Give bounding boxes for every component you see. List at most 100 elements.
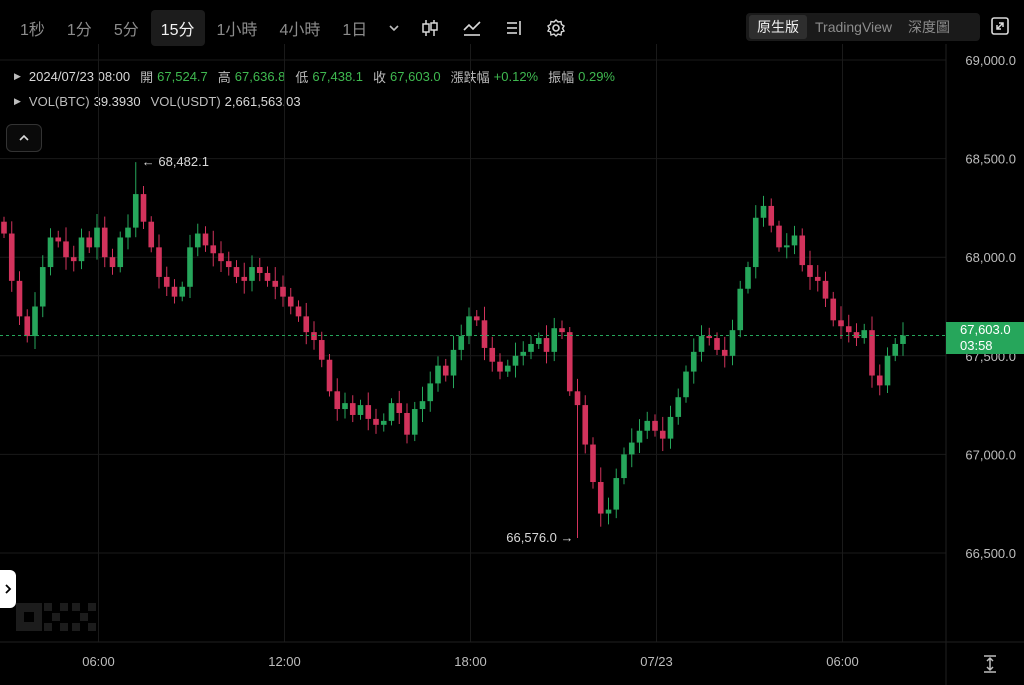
candle-body: [55, 237, 62, 242]
candle-body: [295, 306, 302, 317]
candle-body: [690, 351, 697, 372]
candle-body: [814, 276, 821, 281]
candle-body: [807, 265, 813, 277]
timeframe-15m[interactable]: 15分: [150, 10, 205, 46]
candle-body: [442, 365, 449, 376]
candle-body: [101, 227, 108, 258]
candle-body: [512, 355, 519, 366]
view-tradingview[interactable]: TradingView: [807, 15, 900, 39]
candle-body: [458, 336, 465, 350]
candle-body: [94, 227, 100, 248]
candle-body: [590, 444, 596, 483]
candle-body: [202, 233, 209, 246]
candle-body: [644, 420, 651, 431]
chevron-down-icon[interactable]: [383, 17, 405, 39]
candle-body: [892, 343, 899, 356]
candle-body: [473, 316, 480, 321]
candle-body: [799, 235, 806, 266]
expand-sidebar-button[interactable]: [0, 570, 16, 608]
okx-watermark-logo: [16, 603, 98, 636]
candle-body: [210, 245, 217, 254]
candle-body: [411, 409, 418, 435]
candle-body: [667, 416, 674, 439]
candle-body: [582, 405, 589, 445]
candle-body: [156, 247, 162, 277]
candle-body: [318, 340, 325, 360]
timeframe-5m[interactable]: 5分: [104, 10, 149, 46]
triangle-icon[interactable]: ▶: [14, 71, 21, 82]
open-label: 開: [140, 70, 154, 85]
candle-body: [171, 286, 178, 297]
candle-body: [373, 418, 379, 425]
timeframe-1h[interactable]: 1小時: [207, 10, 268, 46]
candle-body: [132, 194, 139, 228]
candle-body: [47, 237, 54, 268]
candlestick-type-icon[interactable]: [419, 17, 441, 39]
candle-body: [380, 420, 387, 425]
candle-body: [264, 272, 271, 281]
timeframe-1d[interactable]: 1日: [332, 10, 377, 46]
change-label: 漲跌幅: [450, 70, 490, 85]
timeframe-1s[interactable]: 1秒: [10, 10, 55, 46]
candle-body: [78, 237, 85, 262]
candle-body: [287, 296, 294, 307]
candle-body: [404, 412, 410, 435]
candle-body: [125, 227, 131, 238]
y-tick-label: 67,000.0: [965, 447, 1016, 462]
candle-body: [528, 343, 534, 352]
last-price-tag: 67,603.0 03:58: [946, 322, 1024, 355]
x-tick-label: 18:00: [454, 654, 487, 669]
view-depth[interactable]: 深度圖: [900, 15, 958, 39]
candle-body: [659, 430, 666, 439]
candle-body: [853, 332, 860, 339]
candle-body: [745, 267, 751, 289]
candle-body: [783, 245, 790, 248]
candle-body: [621, 454, 627, 479]
candle-body: [39, 267, 46, 307]
volume-legend: ▶ VOL(BTC) 39.3930 VOL(USDT) 2,661,563.03: [14, 94, 311, 109]
candle-body: [481, 320, 488, 348]
fit-height-icon[interactable]: [980, 654, 1000, 674]
gear-icon[interactable]: [545, 17, 567, 39]
timeframe-1m[interactable]: 1分: [57, 10, 102, 46]
candle-body: [388, 403, 395, 421]
candle-body: [342, 403, 348, 410]
candle-body: [520, 351, 527, 356]
candle-body: [272, 280, 279, 287]
candle-body: [752, 217, 759, 268]
view-native[interactable]: 原生版: [749, 15, 807, 39]
candle-body: [249, 267, 255, 281]
vol-btc-label: VOL(BTC): [28, 94, 90, 109]
candle-body: [109, 257, 116, 268]
candle-body: [303, 316, 310, 333]
triangle-icon[interactable]: ▶: [14, 96, 21, 107]
candle-body: [535, 338, 542, 344]
candle-body: [63, 241, 69, 258]
candle-body: [838, 320, 844, 327]
candle-body: [791, 235, 798, 246]
collapse-legend-button[interactable]: [6, 124, 42, 152]
view-switcher: 原生版 TradingView 深度圖: [746, 13, 980, 41]
candle-body: [776, 225, 782, 248]
candle-body: [357, 405, 364, 415]
candle-body: [729, 330, 736, 356]
indicator-icon[interactable]: [461, 17, 483, 39]
high-label: 高: [217, 70, 231, 85]
fullscreen-icon[interactable]: [990, 16, 1012, 38]
candle-body: [24, 316, 31, 337]
timeframe-4h[interactable]: 4小時: [269, 10, 330, 46]
list-settings-icon[interactable]: [503, 17, 525, 39]
candle-body: [605, 509, 612, 514]
candle-body: [326, 359, 333, 392]
candle-body: [140, 194, 147, 222]
candle-body: [117, 237, 124, 268]
candle-body: [737, 288, 744, 331]
candle-body: [8, 233, 15, 281]
candle-body: [861, 330, 868, 339]
candle-body: [32, 306, 38, 337]
candle-body: [365, 405, 372, 419]
candle-body: [559, 328, 565, 333]
candle-datetime: 2024/07/23 08:00: [28, 69, 131, 84]
max-price-label: ← 68,482.1: [142, 154, 209, 169]
candle-body: [241, 276, 248, 281]
